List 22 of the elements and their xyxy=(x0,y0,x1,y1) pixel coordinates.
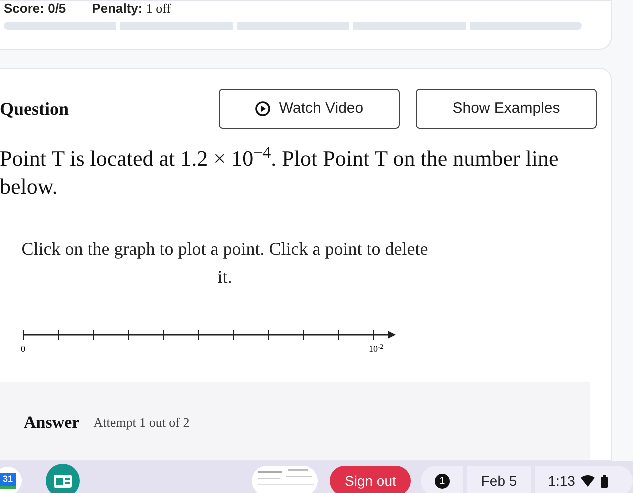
start-label: 0 xyxy=(21,343,26,356)
status-area[interactable]: 1:13 xyxy=(535,466,633,493)
calendar-icon[interactable]: 31 xyxy=(0,467,22,493)
attempt-text: Attempt 1 out of 2 xyxy=(94,414,190,432)
question-heading: Question xyxy=(0,98,70,120)
watch-video-button[interactable]: Watch Video xyxy=(219,89,400,129)
score-text: Score: 0/5 xyxy=(4,1,66,16)
sign-out-button[interactable]: Sign out xyxy=(330,466,412,493)
battery-icon xyxy=(601,474,608,488)
notification-count: 1 xyxy=(434,474,450,488)
answer-heading: Answer xyxy=(24,412,80,434)
notification-tray[interactable]: 1 xyxy=(421,466,464,493)
penalty-text: Penalty: 1 off xyxy=(92,1,172,16)
app-icon[interactable] xyxy=(46,464,80,493)
time-text: 1:13 xyxy=(548,472,576,490)
date-text[interactable]: Feb 5 xyxy=(467,466,532,493)
instruction-text: Click on the graph to plot a point. Click a point to delete it. xyxy=(20,238,430,289)
end-label: 10$^{-2}$ xyxy=(369,343,384,356)
play-icon xyxy=(255,101,272,117)
show-examples-button[interactable]: Show Examples xyxy=(416,89,597,129)
wifi-icon xyxy=(581,475,596,487)
question-prompt: Point T is located at 1.2 × 10$^{−4}$. Plot Point T on the number line below. xyxy=(0,145,560,201)
